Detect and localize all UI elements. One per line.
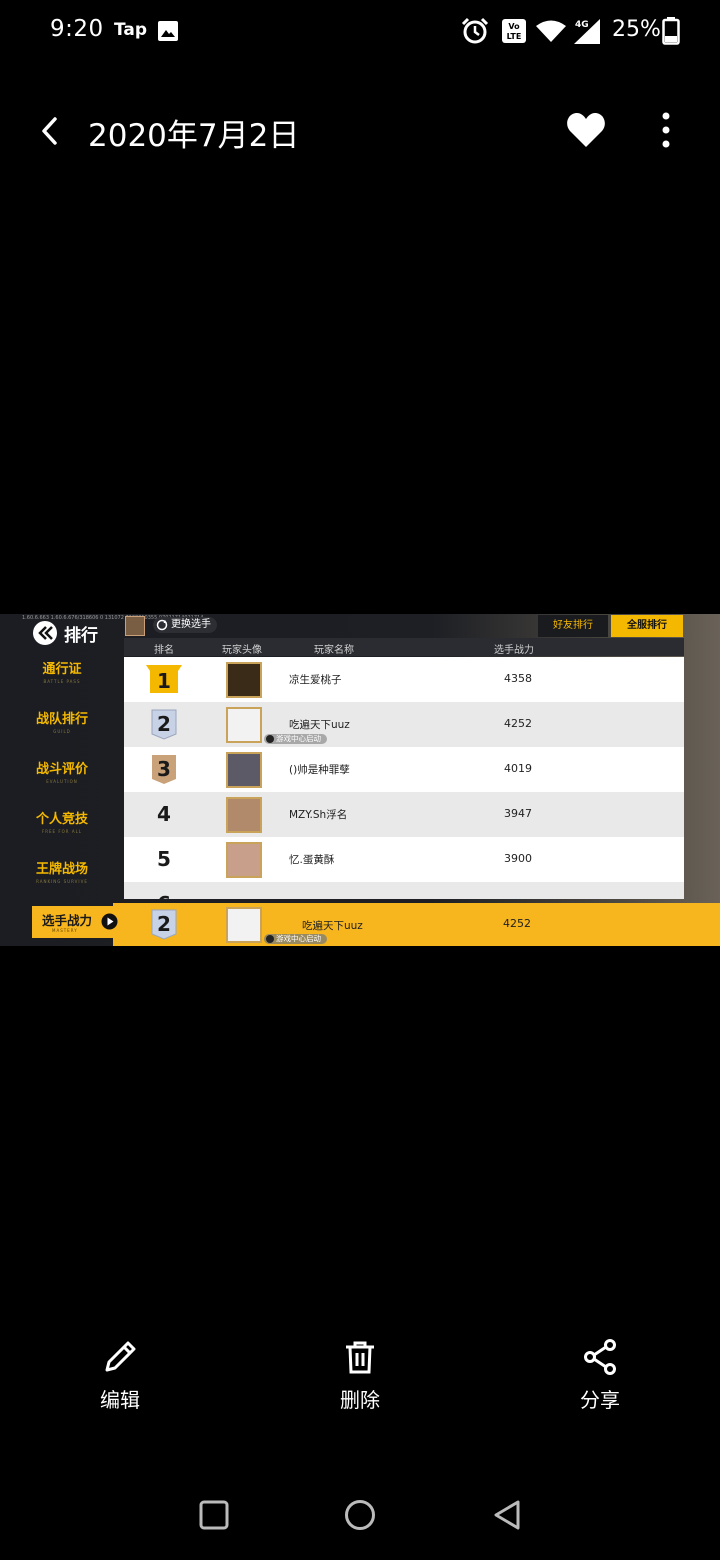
game-title: 排行 [64, 626, 98, 646]
sidebar-item-guild: 战队排行 GUILD [35, 712, 88, 734]
share-label: 分享 [580, 1388, 620, 1412]
svg-text:4G: 4G [575, 20, 589, 30]
top-app-bar: 2020年7月2日 [0, 100, 720, 162]
back-arrow-icon[interactable] [30, 108, 70, 154]
avatar [226, 842, 262, 878]
volte-icon: Vo LTE [502, 19, 526, 43]
my-silver-rank-badge: 2 [151, 909, 177, 940]
qq-icon [266, 935, 274, 943]
game-screenshot[interactable]: 1.60.6.663 1.60.6.676/318606 0 131072 72… [0, 614, 720, 946]
player-power: 4252 [504, 717, 532, 730]
system-nav-bar [0, 1480, 720, 1550]
change-player-button: 更换选手 [153, 617, 217, 633]
tap-app-indicator: Tap [114, 20, 148, 40]
my-launch-tag: 游戏中心启动 [264, 934, 327, 944]
sidebar-item-battle-pass: 通行证 BATTLE PASS [42, 662, 82, 684]
player-name: ()帅是种罪孽 [289, 764, 350, 776]
player-name: 忆.蛋黄酥 [289, 854, 335, 866]
player-name: 凉生爱桃子 [289, 674, 342, 686]
table-row: 6 [124, 882, 684, 899]
alarm-icon [461, 17, 489, 44]
table-row: 1 凉生爱桃子 4358 [124, 657, 684, 702]
battery-icon [662, 17, 680, 45]
sidebar-item-ranking-survive: 王牌战场 RANKING SURVIVE [35, 862, 88, 884]
play-icon [101, 913, 118, 930]
page-title: 2020年7月2日 [88, 118, 300, 154]
share-icon [584, 1339, 616, 1375]
avatar [226, 797, 262, 833]
rank-number: 4 [157, 802, 171, 826]
player-name: MZY.Sh浮名 [289, 809, 348, 821]
edit-label: 编辑 [100, 1388, 140, 1412]
table-row: 3 ()帅是种罪孽 4019 [124, 747, 684, 792]
edit-button[interactable]: 编辑 [60, 1338, 180, 1413]
avatar [226, 752, 262, 788]
svg-text:2: 2 [157, 712, 171, 736]
table-header: 排名 玩家头像 玩家名称 选手战力 [124, 638, 684, 656]
more-vert-icon[interactable] [650, 110, 682, 150]
player-power: 3947 [504, 807, 532, 820]
my-player-name: 吃遍天下uuz [302, 920, 363, 932]
recents-square-icon[interactable] [196, 1497, 232, 1533]
share-button[interactable]: 分享 [540, 1338, 660, 1413]
sidebar-item-ffa: 个人竞技 FREE FOR ALL [35, 812, 88, 834]
home-circle-icon[interactable] [342, 1497, 378, 1533]
col-rank: 排名 [154, 645, 174, 656]
wifi-icon [536, 20, 566, 42]
rank-number: 5 [157, 847, 171, 871]
tab-friends-ranking: 好友排行 [538, 615, 608, 637]
heart-icon[interactable] [565, 110, 607, 150]
game-sidebar: 通行证 BATTLE PASS 战队排行 GUILD 战斗评价 EVALUTION 个… [0, 648, 124, 908]
svg-text:LTE: LTE [507, 32, 522, 41]
my-player-power: 4252 [503, 917, 531, 930]
silver-rank-badge: 2 [151, 709, 177, 740]
tab-server-ranking: 全服排行 [611, 615, 683, 637]
table-row: 4 MZY.Sh浮名 3947 [124, 792, 684, 837]
col-avatar: 玩家头像 [222, 645, 262, 656]
trash-icon [346, 1341, 374, 1374]
my-rank-bar [113, 903, 720, 946]
player-name: 吃遍天下uuz [289, 719, 350, 731]
sidebar-item-evaluation: 战斗评价 EVALUTION [35, 762, 88, 784]
bottom-action-bar: 编辑 删除 分享 [0, 1338, 720, 1418]
gallery-icon [158, 21, 178, 41]
svg-text:Vo: Vo [508, 22, 520, 31]
change-player-label: 更换选手 [171, 619, 211, 630]
back-triangle-icon[interactable] [489, 1497, 525, 1533]
battery-percent: 25% [612, 17, 661, 42]
game-center-launch-tag: 游戏中心启动 [264, 734, 327, 744]
status-time: 9:20 [50, 16, 104, 42]
game-back-icon [33, 621, 57, 645]
delete-button[interactable]: 删除 [300, 1338, 420, 1413]
bronze-rank-badge: 3 [152, 755, 176, 784]
signal-4g-icon: 4G [574, 19, 600, 44]
avatar [226, 662, 262, 698]
table-row: 2 吃遍天下uuz 4252 游戏中心启动 [124, 702, 684, 747]
player-power: 4358 [504, 672, 532, 685]
svg-text:1: 1 [157, 669, 171, 693]
col-name: 玩家名称 [314, 645, 354, 656]
table-row: 5 忆.蛋黄酥 3900 [124, 837, 684, 882]
qq-icon [266, 735, 274, 743]
svg-text:2: 2 [157, 912, 171, 936]
col-power: 选手战力 [494, 645, 534, 656]
delete-label: 删除 [340, 1388, 380, 1412]
status-bar: 9:20 Tap Vo LTE 4G 25% [0, 0, 720, 62]
svg-text:3: 3 [157, 757, 171, 781]
my-avatar [226, 907, 262, 943]
gold-rank-badge: 1 [146, 665, 182, 693]
avatar [226, 707, 262, 743]
player-head-thumb [125, 616, 145, 636]
pencil-icon [105, 1341, 136, 1372]
rank-number: 6 [152, 892, 176, 899]
player-power: 3900 [504, 852, 532, 865]
player-power: 4019 [504, 762, 532, 775]
ranking-list: 1 凉生爱桃子 4358 2 吃遍天下uuz 4252 游戏中心启动 3 ()帅… [124, 657, 684, 899]
refresh-icon [156, 619, 168, 631]
